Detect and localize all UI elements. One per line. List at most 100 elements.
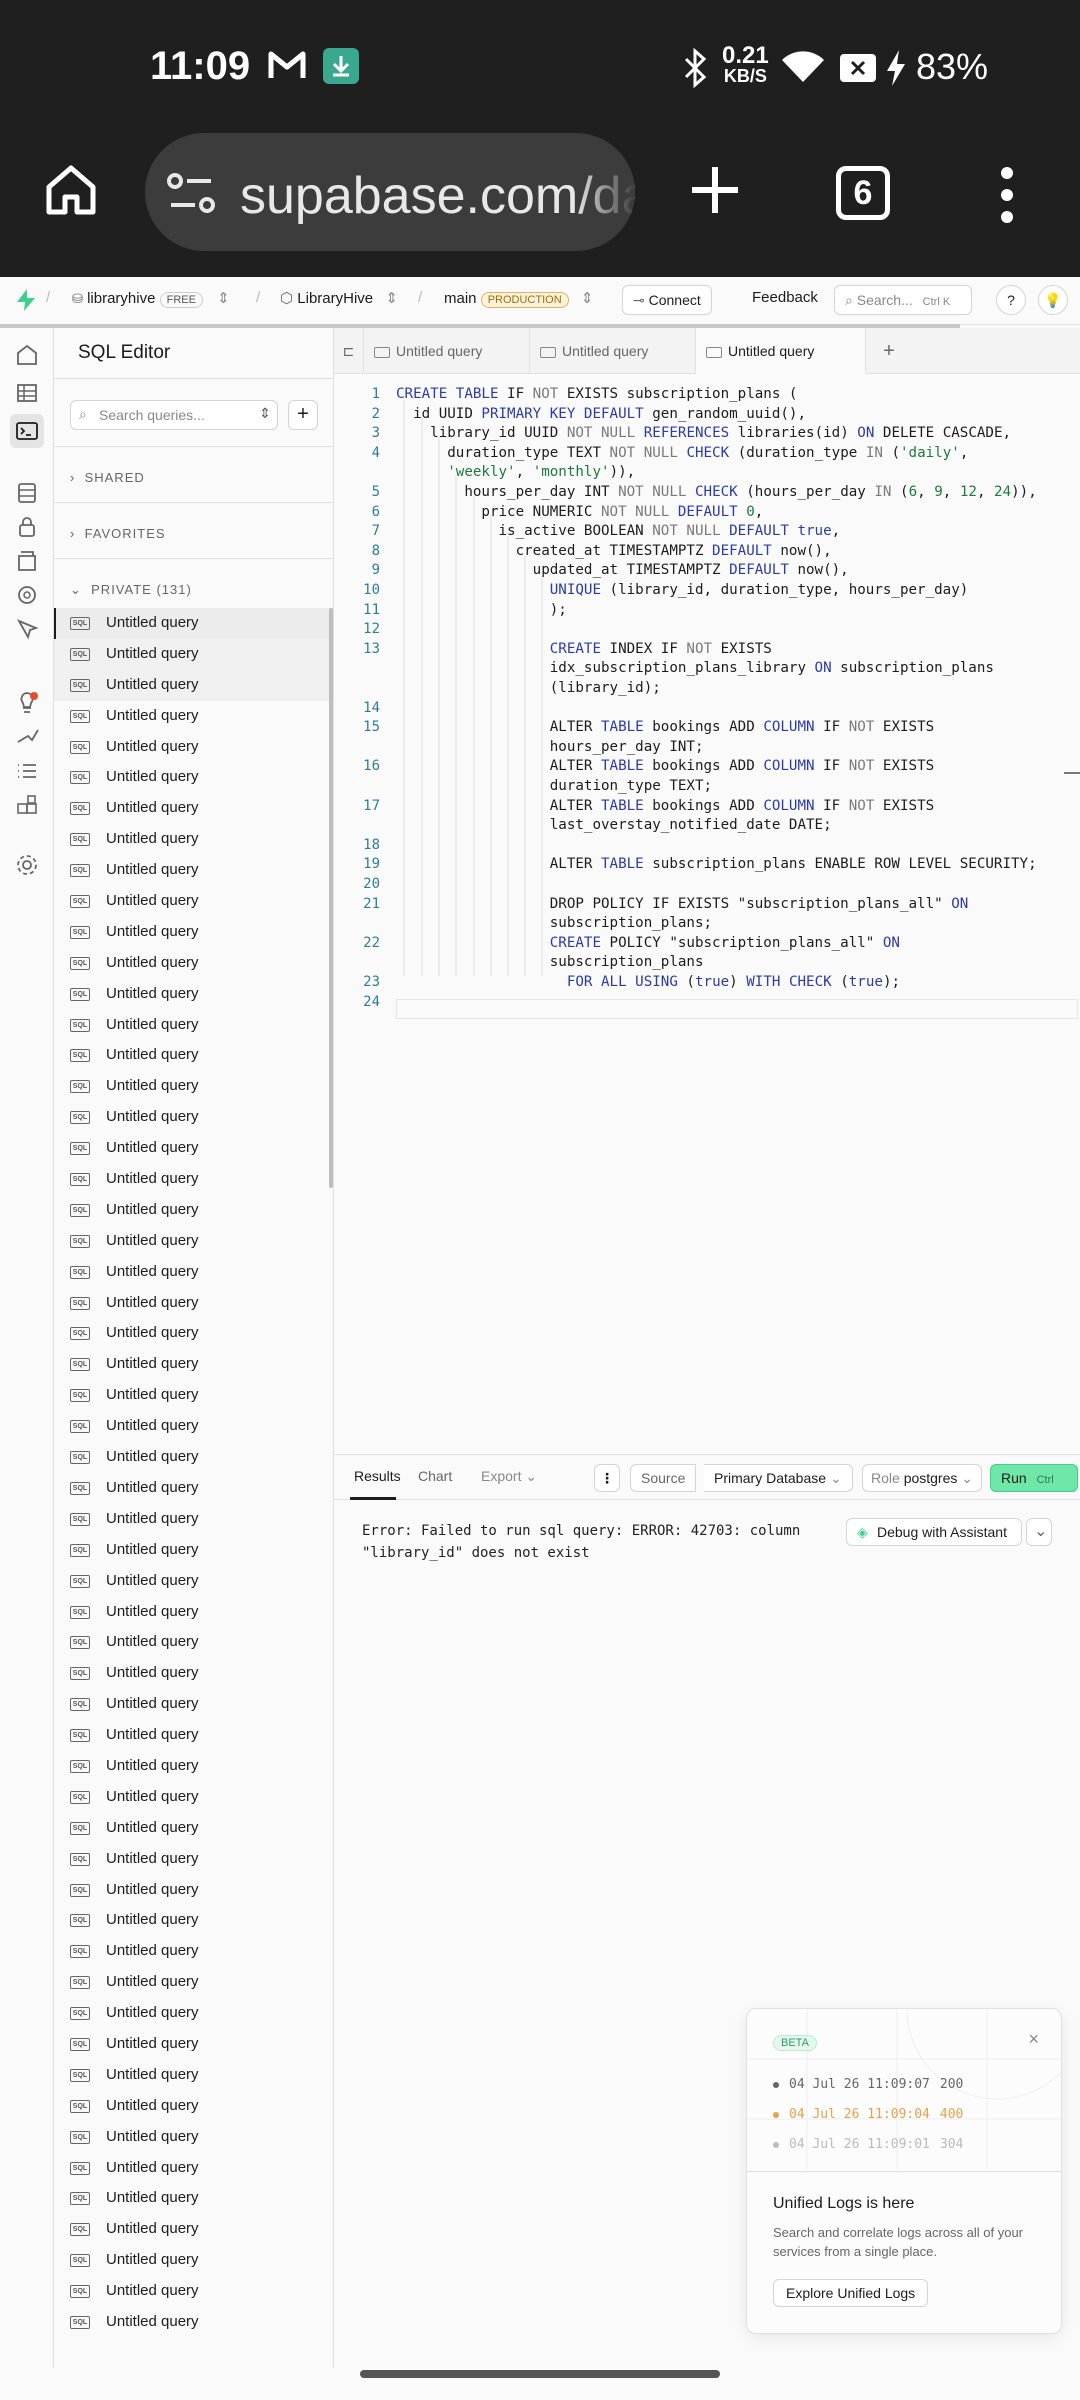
query-list-item[interactable]: SQL Untitled query [54,638,333,670]
query-list-item[interactable]: SQL Untitled query [54,1658,333,1689]
query-list-item[interactable]: SQL Untitled query [54,1010,333,1041]
settings-gear-icon[interactable] [14,852,40,878]
sql-editor-nav[interactable] [10,414,44,448]
private-section-toggle[interactable]: ⌄ PRIVATE (131) [70,582,192,598]
query-list-item[interactable]: SQL Untitled query [54,1844,333,1875]
query-list-item[interactable]: SQL Untitled query [54,1689,333,1720]
query-list-item[interactable]: SQL Untitled query [54,669,333,701]
new-tab-icon[interactable] [688,163,742,217]
source-selector[interactable]: Source [630,1464,697,1492]
logs-icon[interactable] [14,758,40,784]
project-selector[interactable]: ⬡ LibraryHive ⇕ [280,289,398,307]
query-list-item[interactable]: SQL Untitled query [54,1164,333,1195]
query-list-item[interactable]: SQL Untitled query [54,1318,333,1349]
query-list-item[interactable]: SQL Untitled query [54,1349,333,1380]
query-list-item[interactable]: SQL Untitled query [54,1040,333,1071]
query-list-item[interactable]: SQL Untitled query [54,886,333,917]
integrations-icon[interactable] [14,792,40,818]
home-icon[interactable] [44,163,98,217]
query-list-item[interactable]: SQL Untitled query [54,1720,333,1751]
query-list-item[interactable]: SQL Untitled query [54,1627,333,1658]
query-list-item[interactable]: SQL Untitled query [54,917,333,948]
shared-section-toggle[interactable]: › SHARED [70,470,145,485]
realtime-icon[interactable] [14,616,40,642]
connect-button[interactable]: ⊸ Connect [622,285,712,315]
query-list-item[interactable]: SQL Untitled query [54,948,333,979]
org-selector[interactable]: ⛁ libraryhive FREE ⇕ [72,289,230,308]
collapse-sidebar-icon[interactable]: ⊏ [334,328,364,374]
role-selector[interactable]: Role postgres ⌄ [862,1464,983,1492]
branch-selector[interactable]: main PRODUCTION ⇕ [444,289,593,308]
database-selector[interactable]: Primary Database ⌄ [704,1464,853,1492]
query-list-item[interactable]: SQL Untitled query [54,701,333,732]
query-list-item[interactable]: SQL Untitled query [54,2245,333,2276]
query-list-item[interactable]: SQL Untitled query [54,1504,333,1535]
query-list-item[interactable]: SQL Untitled query [54,1442,333,1473]
editor-tab[interactable]: Untitled query [364,328,530,374]
query-list-item[interactable]: SQL Untitled query [54,1102,333,1133]
tab-switcher-button[interactable]: 6 [836,166,890,220]
query-list-item[interactable]: SQL Untitled query [54,855,333,886]
close-icon[interactable]: × [1028,2029,1039,2050]
supabase-logo-icon[interactable] [16,289,36,311]
global-search[interactable]: ⌕ Search... Ctrl K [834,285,972,315]
query-list-item[interactable]: SQL Untitled query [54,2153,333,2184]
query-list-item[interactable]: SQL Untitled query [54,2091,333,2122]
query-list-item[interactable]: SQL Untitled query [54,2307,333,2338]
query-list-item[interactable]: SQL Untitled query [54,608,333,639]
editor-tab[interactable]: Untitled query [530,328,696,374]
query-list-item[interactable]: SQL Untitled query [54,2122,333,2153]
query-list-item[interactable]: SQL Untitled query [54,2060,333,2091]
database-icon[interactable] [14,480,40,506]
storage-icon[interactable] [14,548,40,574]
tab-results[interactable]: Results [354,1468,401,1484]
query-list-item[interactable]: SQL Untitled query [54,1473,333,1504]
query-list-item[interactable]: SQL Untitled query [54,979,333,1010]
query-list-item[interactable]: SQL Untitled query [54,1967,333,1998]
query-list-item[interactable]: SQL Untitled query [54,1411,333,1442]
sidebar-scrollbar[interactable] [329,608,333,1188]
search-queries-input[interactable]: ⌕ Search queries... ⇕ [70,400,278,430]
export-dropdown[interactable]: Export ⌄ [481,1468,537,1485]
lock-icon[interactable] [14,514,40,540]
query-list-item[interactable]: SQL Untitled query [54,1813,333,1844]
feedback-button[interactable]: Feedback [752,289,818,306]
add-tab-button[interactable]: + [866,328,912,374]
run-button[interactable]: Run Ctrl [990,1464,1078,1492]
query-list-item[interactable]: SQL Untitled query [54,1071,333,1102]
help-icon[interactable]: ? [996,285,1026,315]
query-list-item[interactable]: SQL Untitled query [54,1226,333,1257]
query-list-item[interactable]: SQL Untitled query [54,1936,333,1967]
query-list-item[interactable]: SQL Untitled query [54,1380,333,1411]
gesture-nav-handle[interactable] [360,2370,720,2378]
query-list-item[interactable]: SQL Untitled query [54,732,333,763]
lightbulb-icon[interactable]: 💡 [1038,285,1068,315]
explore-unified-logs-button[interactable]: Explore Unified Logs [773,2279,929,2307]
new-query-button[interactable]: + [288,400,318,430]
query-list-item[interactable]: SQL Untitled query [54,1195,333,1226]
reports-icon[interactable] [14,724,40,750]
query-list-item[interactable]: SQL Untitled query [54,1257,333,1288]
query-list-item[interactable]: SQL Untitled query [54,2276,333,2307]
query-list-item[interactable]: SQL Untitled query [54,1566,333,1597]
query-list-item[interactable]: SQL Untitled query [54,1597,333,1628]
query-list-item[interactable]: SQL Untitled query [54,2214,333,2245]
query-list-item[interactable]: SQL Untitled query [54,1535,333,1566]
query-list-item[interactable]: SQL Untitled query [54,1998,333,2029]
query-list-item[interactable]: SQL Untitled query [54,793,333,824]
query-list-item[interactable]: SQL Untitled query [54,1288,333,1319]
favorites-section-toggle[interactable]: › FAVORITES [70,526,166,541]
query-list-item[interactable]: SQL Untitled query [54,2183,333,2214]
query-list-item[interactable]: SQL Untitled query [54,1875,333,1906]
table-editor-icon[interactable] [14,380,40,406]
query-list-item[interactable]: SQL Untitled query [54,1782,333,1813]
tab-chart[interactable]: Chart [418,1468,452,1484]
query-list-item[interactable]: SQL Untitled query [54,2029,333,2060]
edge-functions-icon[interactable] [14,582,40,608]
editor-tab-active[interactable]: Untitled query [696,328,866,374]
more-options-button[interactable]: ⋮ [594,1464,620,1492]
home-icon[interactable] [14,342,40,368]
address-bar[interactable]: supabase.com/da [145,133,635,251]
filter-chevrons-icon[interactable]: ⇕ [259,405,271,422]
debug-options-dropdown[interactable]: ⌄ [1026,1518,1052,1546]
